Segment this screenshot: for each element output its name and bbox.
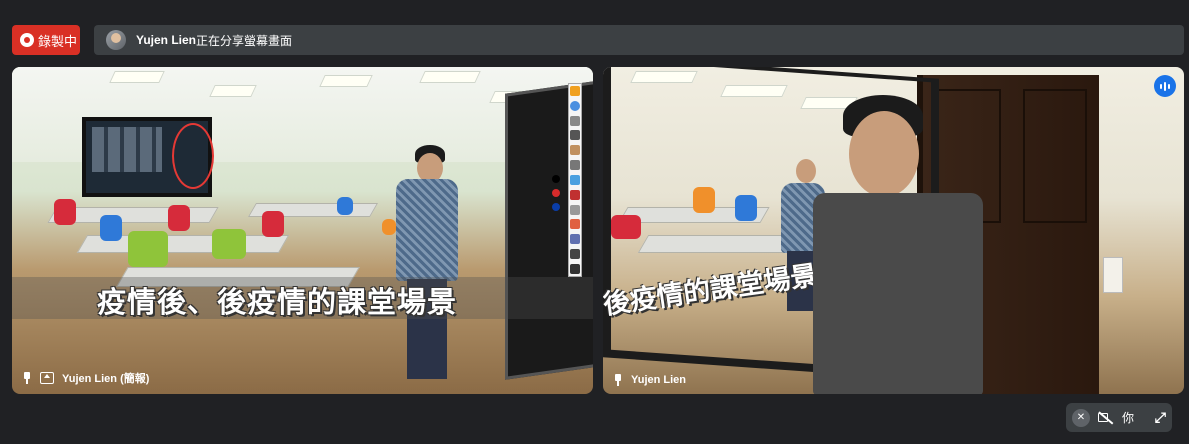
participant-name: Yujen Lien <box>631 374 687 386</box>
participant-tile[interactable]: 後疫情的課堂場景 Yujen Lien <box>603 67 1184 394</box>
self-label: 你 <box>1122 411 1135 425</box>
present-to-all-icon <box>40 372 54 384</box>
screen-share-banner: Yujen Lien 正在分享螢幕畫面 <box>94 25 1184 55</box>
presentation-name-tag: Yujen Lien (簡報) <box>22 370 149 386</box>
record-dot-icon <box>20 33 34 47</box>
participant-video: 後疫情的課堂場景 <box>603 67 1184 394</box>
chair <box>100 215 122 241</box>
ceiling-light <box>319 75 373 87</box>
chair <box>337 197 353 215</box>
expand-icon[interactable]: ⤢ <box>1155 409 1166 426</box>
ceiling-light <box>209 85 257 97</box>
presentation-video: 疫情後、後疫情的課堂場景 <box>12 67 593 394</box>
participant-name: Yujen Lien (簡報) <box>62 373 150 385</box>
presenter-avatar <box>106 30 126 50</box>
chair <box>262 211 284 237</box>
pin-icon[interactable] <box>22 372 32 384</box>
camera-off-icon <box>1098 412 1114 424</box>
ceiling-light <box>419 71 481 83</box>
mic-off-icon: ✕ <box>1072 408 1090 427</box>
chair <box>212 229 246 259</box>
self-view[interactable]: ✕ 你 ⤢ <box>1066 403 1172 432</box>
share-message: 正在分享螢幕畫面 <box>196 33 293 48</box>
presentation-tile[interactable]: 疫情後、後疫情的課堂場景 Yujen Lien (簡報) <box>12 67 593 394</box>
pen-colors <box>552 175 560 211</box>
chair <box>128 231 168 267</box>
light-switch <box>1103 257 1123 293</box>
top-bar: 錄製中 Yujen Lien 正在分享螢幕畫面 <box>0 0 1189 56</box>
participant-name-tag: Yujen Lien <box>613 374 686 386</box>
speaking-indicator-icon <box>1154 75 1176 97</box>
recording-indicator[interactable]: 錄製中 <box>12 25 80 55</box>
chair <box>382 219 396 235</box>
recording-label: 錄製中 <box>38 33 78 49</box>
video-subtitle: 疫情後、後疫情的課堂場景 <box>97 285 458 319</box>
chair <box>168 205 190 231</box>
presenter-name: Yujen Lien <box>136 33 197 47</box>
annotation-circle <box>172 123 214 189</box>
annotation-toolbar <box>568 83 582 277</box>
pin-icon[interactable] <box>613 374 623 386</box>
chair <box>54 199 76 225</box>
ceiling-light <box>109 71 165 83</box>
